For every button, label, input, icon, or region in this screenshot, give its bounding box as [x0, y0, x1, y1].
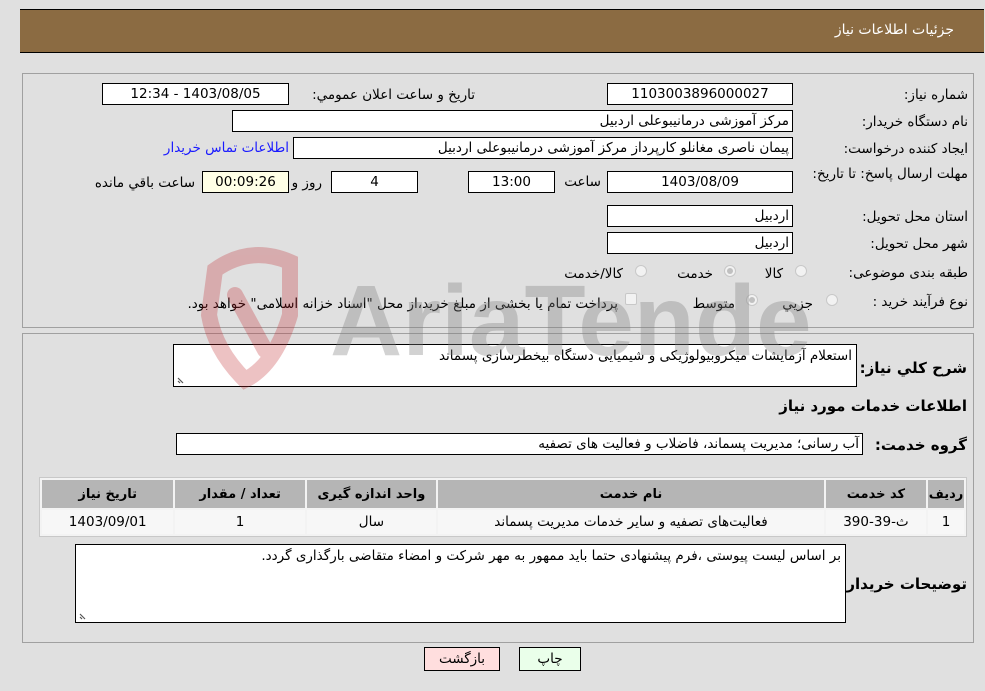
category-radio-service[interactable]: [724, 265, 736, 277]
days-label: روز و: [291, 175, 322, 191]
treasury-checkbox-label: پرداخت تمام یا بخشی از مبلغ خرید،از محل …: [187, 296, 618, 312]
buyer-contact-link[interactable]: اطلاعات تماس خریدار: [164, 140, 289, 156]
deadline-time-label: ساعت: [564, 174, 601, 190]
services-table: ردیف کد خدمت نام خدمت واحد اندازه گیری ت…: [39, 477, 967, 537]
need-number-field: 1103003896000027: [607, 83, 793, 105]
deadline-date-field: 1403/08/09: [607, 171, 793, 193]
col-row-number: ردیف: [928, 480, 964, 508]
remaining-time-field: 00:09:26: [202, 171, 289, 193]
table-row: 1 ث-39-390 فعالیت‌های تصفیه و سایر خدمات…: [42, 510, 964, 534]
deadline-time-field: 13:00: [468, 171, 555, 193]
buyer-notes-textarea[interactable]: بر اساس لیست پیوستی ،فرم پیشنهادی حتما ب…: [75, 544, 846, 623]
services-section-title: اطلاعات خدمات مورد نیاز: [779, 397, 967, 415]
city-field: اردبیل: [607, 232, 793, 254]
page-header: جزئیات اطلاعات نیاز: [20, 9, 984, 53]
cell-need-date: 1403/09/01: [42, 510, 174, 534]
category-label: طبقه بندی موضوعی:: [848, 265, 968, 281]
table-header-row: ردیف کد خدمت نام خدمت واحد اندازه گیری ت…: [42, 480, 964, 508]
province-label: استان محل تحویل:: [862, 209, 968, 225]
buyer-org-field: مرکز آموزشی درمانیبوعلی اردبیل: [232, 110, 793, 132]
col-need-date: تاریخ نیاز: [42, 480, 174, 508]
col-unit: واحد اندازه گیری: [306, 480, 437, 508]
cell-service-name: فعالیت‌های تصفیه و سایر خدمات مدیریت پسم…: [438, 510, 824, 534]
category-option-goods-service: کالا/خدمت: [564, 266, 623, 282]
treasury-checkbox[interactable]: [625, 293, 637, 305]
cell-service-code: ث-39-390: [825, 510, 926, 534]
col-service-code: کد خدمت: [825, 480, 926, 508]
announce-datetime-label: تاریخ و ساعت اعلان عمومي:: [312, 87, 475, 103]
print-button[interactable]: چاپ: [519, 647, 581, 671]
announce-datetime-field: 1403/08/05 - 12:34: [102, 83, 289, 105]
purchase-option-medium: متوسط: [692, 296, 735, 312]
page-title: جزئیات اطلاعات نیاز: [834, 22, 954, 38]
service-group-label: گروه خدمت:: [874, 436, 967, 454]
category-option-service: خدمت: [677, 266, 713, 282]
resize-grip-icon[interactable]: [176, 374, 186, 384]
requester-label: ایجاد کننده درخواست:: [843, 141, 968, 157]
category-radio-goods-service[interactable]: [635, 265, 647, 277]
purchase-type-label: نوع فرآیند خرید :: [872, 294, 968, 310]
cell-unit: سال: [306, 510, 437, 534]
back-button[interactable]: بازگشت: [424, 647, 500, 671]
purchase-option-minor: جزيي: [782, 296, 813, 312]
description-textarea[interactable]: استعلام آزمایشات میکروبیولوژیکی و شیمیای…: [173, 344, 857, 387]
description-label: شرح کلي نیاز:: [859, 359, 967, 377]
buyer-notes-text: بر اساس لیست پیوستی ،فرم پیشنهادی حتما ب…: [261, 548, 841, 564]
province-field: اردبیل: [607, 205, 793, 227]
service-group-field: آب رسانی؛ مدیریت پسماند، فاضلاب و فعالیت…: [176, 433, 863, 455]
remaining-days-field: 4: [331, 171, 418, 193]
requester-field: پیمان ناصری مغانلو کارپرداز مرکز آموزشی …: [293, 137, 793, 159]
resize-grip-icon[interactable]: [78, 610, 88, 620]
col-service-name: نام خدمت: [438, 480, 824, 508]
category-radio-goods[interactable]: [795, 265, 807, 277]
deadline-label: مهلت ارسال پاسخ: تا تاریخ:: [812, 166, 968, 182]
city-label: شهر محل تحویل:: [870, 236, 968, 252]
cell-quantity: 1: [175, 510, 305, 534]
need-number-label: شماره نیاز:: [903, 87, 968, 103]
col-quantity: تعداد / مقدار: [175, 480, 305, 508]
buyer-org-label: نام دستگاه خریدار:: [861, 114, 968, 130]
description-text: استعلام آزمایشات میکروبیولوژیکی و شیمیای…: [438, 348, 852, 364]
purchase-radio-medium[interactable]: [746, 294, 758, 306]
remaining-time-label: ساعت باقي مانده: [94, 175, 195, 191]
category-option-goods: کالا: [764, 266, 783, 282]
buyer-notes-label: توضیحات خریدار:: [840, 575, 967, 593]
purchase-radio-minor[interactable]: [826, 294, 838, 306]
cell-row-number: 1: [928, 510, 964, 534]
